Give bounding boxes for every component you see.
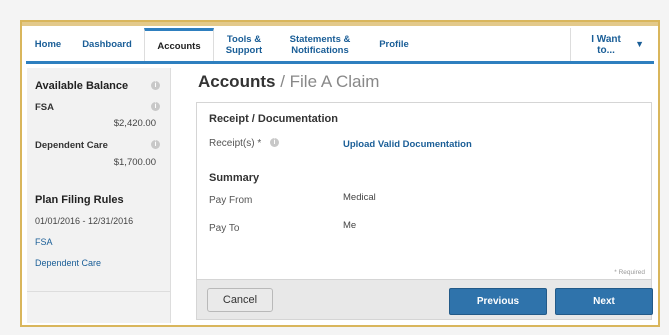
required-note: * Required bbox=[614, 269, 645, 276]
nav-home[interactable]: Home bbox=[26, 28, 70, 61]
i-want-to-label: I Want to... bbox=[591, 33, 621, 56]
info-icon[interactable]: i bbox=[270, 138, 279, 147]
nav-accounts[interactable]: Accounts bbox=[144, 28, 214, 61]
nav-tools-support-label: Tools & Support bbox=[225, 33, 263, 56]
link-fsa[interactable]: FSA bbox=[35, 237, 53, 247]
cancel-button[interactable]: Cancel bbox=[207, 288, 273, 312]
summary-section-title: Summary bbox=[209, 172, 260, 184]
nav-profile[interactable]: Profile bbox=[366, 28, 422, 61]
dependent-care-label: Dependent Care bbox=[35, 140, 108, 151]
nav-profile-label: Profile bbox=[379, 39, 409, 50]
page-title-sub: / File A Claim bbox=[280, 72, 380, 91]
pay-to-label: Pay To bbox=[209, 223, 240, 234]
available-balance-heading: Available Balance bbox=[35, 80, 129, 92]
i-want-to-dropdown[interactable]: I Want to... ▼ bbox=[570, 28, 654, 61]
info-icon[interactable]: i bbox=[151, 102, 160, 111]
upload-documentation-link[interactable]: Upload Valid Documentation bbox=[343, 139, 472, 150]
pay-from-value: Medical bbox=[343, 192, 376, 203]
caret-down-icon: ▼ bbox=[635, 39, 644, 49]
nav-statements-notifications[interactable]: Statements & Notifications bbox=[274, 28, 366, 61]
previous-button[interactable]: Previous bbox=[449, 288, 547, 315]
fsa-label: FSA bbox=[35, 102, 54, 113]
nav-accounts-label: Accounts bbox=[157, 40, 201, 52]
receipt-section-title: Receipt / Documentation bbox=[209, 113, 338, 125]
receipts-label: Receipt(s) * bbox=[209, 138, 262, 149]
form-footer: Cancel Previous Next bbox=[197, 279, 653, 319]
dependent-care-amount: $1,700.00 bbox=[113, 157, 156, 168]
nav-tools-support[interactable]: Tools & Support bbox=[214, 28, 274, 61]
fsa-amount: $2,420.00 bbox=[113, 118, 156, 129]
frame-top-bar bbox=[22, 22, 658, 26]
nav-home-label: Home bbox=[34, 39, 62, 50]
page-title: Accounts / File A Claim bbox=[198, 72, 379, 92]
app-frame: Home Dashboard Accounts Tools & Support S… bbox=[20, 20, 660, 327]
link-dependent-care[interactable]: Dependent Care bbox=[35, 258, 101, 268]
main-navbar: Home Dashboard Accounts Tools & Support S… bbox=[26, 28, 654, 64]
sidebar-divider bbox=[27, 291, 170, 292]
nav-dashboard[interactable]: Dashboard bbox=[70, 28, 144, 61]
pay-to-value: Me bbox=[343, 220, 357, 231]
pay-from-label: Pay From bbox=[209, 195, 253, 206]
nav-dashboard-label: Dashboard bbox=[82, 39, 132, 50]
sidebar: Available Balance i FSA i $2,420.00 Depe… bbox=[27, 68, 171, 323]
nav-statements-label: Statements & Notifications bbox=[289, 33, 351, 56]
next-button[interactable]: Next bbox=[555, 288, 653, 315]
plan-filing-rules-heading: Plan Filing Rules bbox=[35, 194, 124, 206]
plan-date-range: 01/01/2016 - 12/31/2016 bbox=[35, 216, 134, 226]
info-icon[interactable]: i bbox=[151, 81, 160, 90]
page-title-main: Accounts bbox=[198, 72, 276, 91]
claim-form-card: Receipt / Documentation Receipt(s) * i U… bbox=[196, 102, 653, 320]
info-icon[interactable]: i bbox=[151, 140, 160, 149]
